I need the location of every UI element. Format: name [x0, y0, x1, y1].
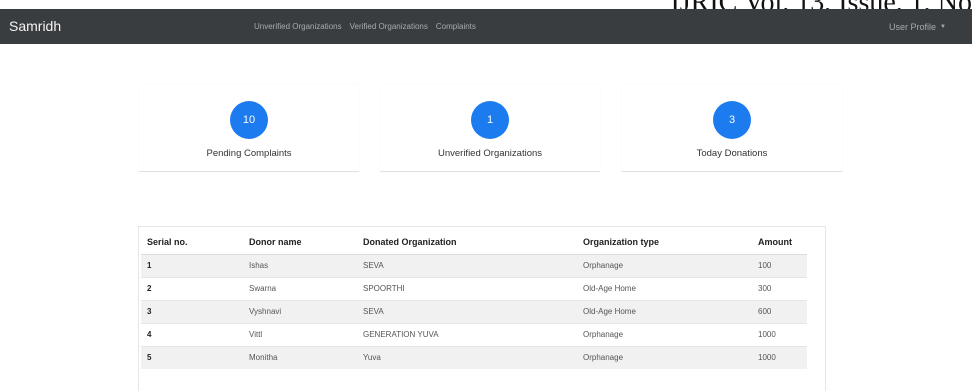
brand-logo[interactable]: Samridh — [9, 9, 61, 44]
table-row[interactable]: 3 Vyshnavi SEVA Old-Age Home 600 — [141, 299, 807, 323]
donations-table: Serial no. Donor name Donated Organizati… — [141, 231, 807, 369]
cell-amount: 300 — [752, 276, 807, 300]
cell-serial: 2 — [141, 276, 243, 300]
cell-donor-name: Swarna — [243, 276, 357, 300]
column-header-amount: Amount — [752, 231, 807, 255]
nav-links: Unverified Organizations Verified Organi… — [254, 9, 476, 44]
cell-organization-type: Orphanage — [577, 253, 752, 277]
cell-organization-type: Old-Age Home — [577, 299, 752, 323]
cell-serial: 5 — [141, 345, 243, 369]
cell-amount: 1000 — [752, 322, 807, 346]
cell-amount: 600 — [752, 299, 807, 323]
cell-donated-organization: SPOORTHI — [357, 276, 577, 300]
donations-table-card: Serial no. Donor name Donated Organizati… — [138, 226, 826, 391]
cell-organization-type: Orphanage — [577, 345, 752, 369]
column-header-donated-organization: Donated Organization — [357, 231, 577, 255]
cell-donated-organization: SEVA — [357, 253, 577, 277]
stat-count-badge: 10 — [230, 101, 268, 139]
cell-donated-organization: GENERATION YUVA — [357, 322, 577, 346]
cell-donated-organization: Yuva — [357, 345, 577, 369]
table-row[interactable]: 1 Ishas SEVA Orphanage 100 — [141, 253, 807, 277]
cell-amount: 1000 — [752, 345, 807, 369]
cell-donor-name: Monitha — [243, 345, 357, 369]
column-header-serial: Serial no. — [141, 231, 243, 255]
cell-serial: 1 — [141, 253, 243, 277]
stat-count-badge: 1 — [471, 101, 509, 139]
cell-donated-organization: SEVA — [357, 299, 577, 323]
stat-label: Unverified Organizations — [437, 148, 543, 159]
caret-down-icon: ▼ — [940, 23, 946, 30]
column-header-donor-name: Donor name — [243, 231, 357, 255]
cell-organization-type: Old-Age Home — [577, 276, 752, 300]
stat-label: Today Donations — [696, 148, 768, 159]
stat-card-today-donations[interactable]: 3 Today Donations — [622, 84, 842, 172]
stat-label: Pending Complaints — [206, 148, 292, 159]
cell-amount: 100 — [752, 253, 807, 277]
cell-serial: 3 — [141, 299, 243, 323]
nav-complaints[interactable]: Complaints — [436, 22, 476, 31]
stat-card-unverified-organizations[interactable]: 1 Unverified Organizations — [380, 84, 600, 172]
column-header-organization-type: Organization type — [577, 231, 752, 255]
nav-verified-organizations[interactable]: Verified Organizations — [350, 22, 428, 31]
table-row[interactable]: 5 Monitha Yuva Orphanage 1000 — [141, 345, 807, 369]
cell-serial: 4 — [141, 322, 243, 346]
cell-donor-name: Ishas — [243, 253, 357, 277]
nav-unverified-organizations[interactable]: Unverified Organizations — [254, 22, 342, 31]
stat-count-badge: 3 — [713, 101, 751, 139]
table-row[interactable]: 2 Swarna SPOORTHI Old-Age Home 300 — [141, 276, 807, 300]
user-profile-label: User Profile — [889, 21, 937, 32]
cell-donor-name: Vittl — [243, 322, 357, 346]
top-navbar: Samridh Unverified Organizations Verifie… — [0, 9, 972, 44]
cell-organization-type: Orphanage — [577, 322, 752, 346]
user-profile-dropdown[interactable]: User Profile ▼ — [889, 9, 946, 44]
table-row[interactable]: 4 Vittl GENERATION YUVA Orphanage 1000 — [141, 322, 807, 346]
table-header-row: Serial no. Donor name Donated Organizati… — [141, 231, 807, 255]
cell-donor-name: Vyshnavi — [243, 299, 357, 323]
stat-card-pending-complaints[interactable]: 10 Pending Complaints — [139, 84, 359, 172]
